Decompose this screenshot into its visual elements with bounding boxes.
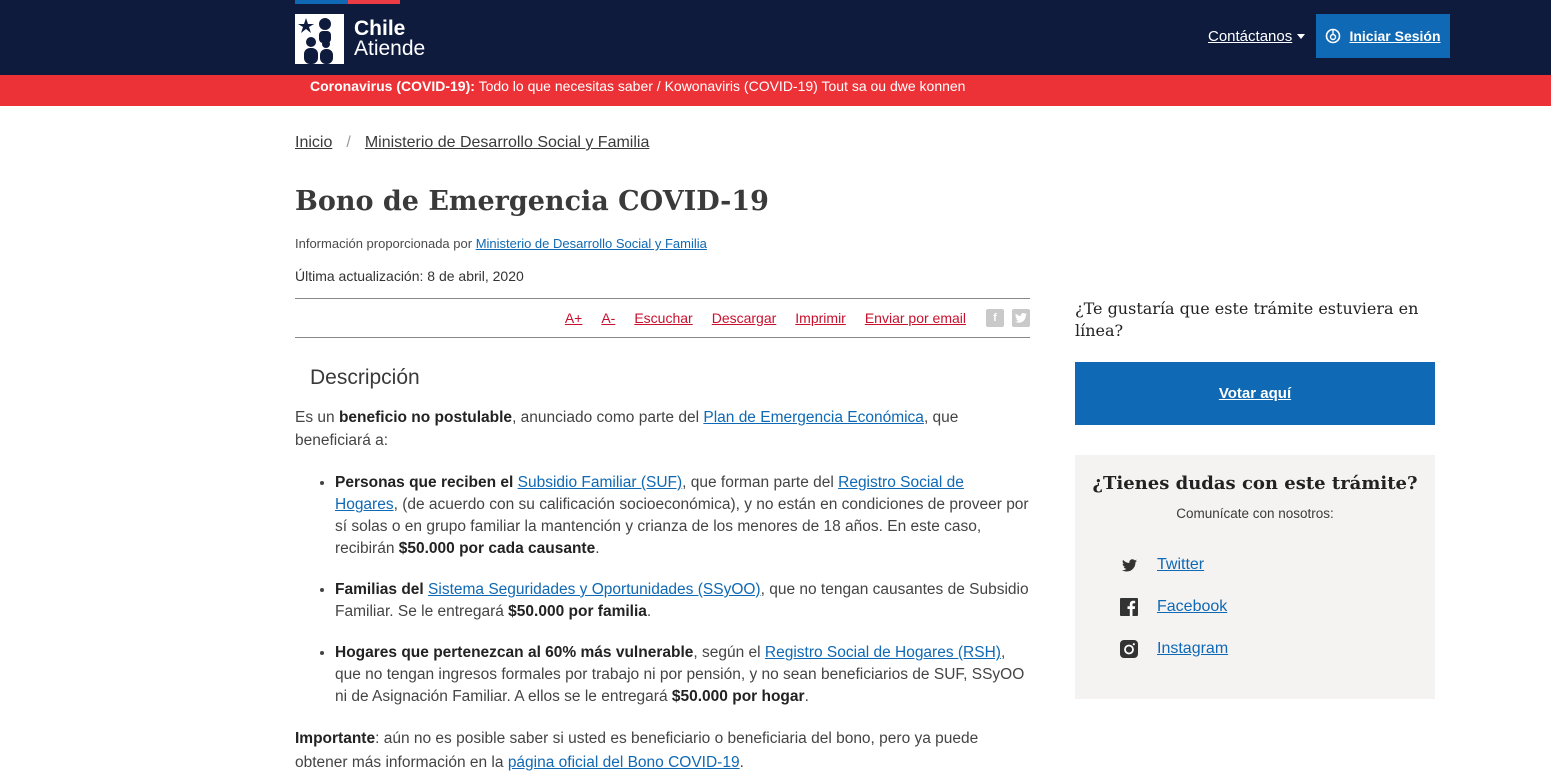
- intro-text-1: Es un: [295, 409, 339, 426]
- font-increase-link[interactable]: A+: [565, 310, 583, 326]
- breadcrumb: Inicio / Ministerio de Desarrollo Social…: [295, 134, 649, 152]
- plan-emergencia-link[interactable]: Plan de Emergencia Económica: [703, 409, 924, 426]
- list-item: Familias del Sistema Seguridades y Oport…: [335, 579, 1030, 623]
- contact-box: ¿Tienes dudas con este trámite? Comuníca…: [1075, 455, 1435, 699]
- main-content: Es un beneficio no postulable, anunciado…: [295, 406, 1030, 775]
- vote-question: ¿Te gustaría que este trámite estuviera …: [1075, 299, 1419, 340]
- logo-line2: Atiende: [354, 37, 426, 60]
- site-header: Chile Atiende Contáctanos Iniciar Sesión: [0, 0, 1551, 75]
- intro-text-2: , anunciado como parte del: [512, 409, 704, 426]
- provider-link[interactable]: Ministerio de Desarrollo Social y Famili…: [476, 236, 707, 251]
- article-toolbar: A+ A- Escuchar Descargar Imprimir Enviar…: [295, 298, 1030, 338]
- item-text: , según el: [693, 644, 765, 661]
- social-twitter[interactable]: Twitter: [1119, 555, 1204, 575]
- item-text: .: [646, 603, 652, 620]
- intro-paragraph: Es un beneficio no postulable, anunciado…: [295, 406, 1030, 452]
- facebook-link[interactable]: Facebook: [1157, 598, 1227, 616]
- important-paragraph: Importante: aún no es posible saber si u…: [295, 727, 1030, 775]
- logo-text: Chile Atiende: [354, 17, 426, 60]
- contact-dropdown[interactable]: Contáctanos: [1208, 28, 1306, 45]
- item-bold: Personas que reciben el: [335, 474, 518, 491]
- instagram-link[interactable]: Instagram: [1157, 640, 1228, 658]
- login-button[interactable]: Iniciar Sesión: [1316, 14, 1450, 58]
- email-link[interactable]: Enviar por email: [865, 310, 966, 326]
- covid-banner-bold: Coronavirus (COVID-19):: [310, 78, 475, 94]
- facebook-icon: [1119, 597, 1139, 617]
- beneficiaries-list: Personas que reciben el Subsidio Familia…: [335, 472, 1030, 708]
- covid-banner[interactable]: Coronavirus (COVID-19): Todo lo que nece…: [0, 75, 1551, 106]
- important-label: Importante: [295, 730, 376, 747]
- item-amount: $50.000 por familia: [508, 603, 647, 620]
- item-text: .: [804, 688, 809, 705]
- facebook-icon[interactable]: f: [986, 309, 1004, 327]
- flag-stripe: [295, 0, 400, 4]
- covid-banner-text: Todo lo que necesitas saber / Kowonaviri…: [478, 78, 966, 94]
- section-title: Descripción: [310, 366, 420, 389]
- provider-prefix: Información proporcionada por: [295, 236, 473, 251]
- official-page-link[interactable]: página oficial del Bono COVID-19: [508, 754, 740, 771]
- item-text: .: [595, 540, 600, 557]
- list-item: Personas que reciben el Subsidio Familia…: [335, 472, 1030, 560]
- rsh-full-link[interactable]: Registro Social de Hogares (RSH): [765, 644, 1001, 661]
- intro-bold: beneficio no postulable: [338, 409, 513, 426]
- logo-mark-icon: [295, 14, 344, 64]
- social-instagram[interactable]: Instagram: [1119, 639, 1228, 659]
- twitter-icon: [1119, 555, 1139, 575]
- login-label: Iniciar Sesión: [1349, 28, 1441, 44]
- suf-link[interactable]: Subsidio Familiar (SUF): [518, 474, 683, 491]
- login-icon: [1326, 28, 1341, 44]
- contact-box-subtitle: Comunícate con nosotros:: [1176, 506, 1334, 521]
- twitter-icon[interactable]: [1012, 309, 1030, 327]
- page-title: Bono de Emergencia COVID-19: [295, 186, 769, 217]
- twitter-link[interactable]: Twitter: [1157, 556, 1204, 574]
- breadcrumb-separator: /: [346, 134, 351, 151]
- important-text-end: .: [739, 754, 744, 771]
- print-link[interactable]: Imprimir: [795, 310, 846, 326]
- vote-button[interactable]: Votar aquí: [1075, 362, 1435, 425]
- contact-box-title: ¿Tienes dudas con este trámite?: [1092, 473, 1418, 494]
- provider-info: Información proporcionada por Ministerio…: [295, 236, 707, 251]
- list-item: Hogares que pertenezcan al 60% más vulne…: [335, 642, 1030, 708]
- item-bold: Hogares que pertenezcan al 60% más vulne…: [335, 644, 694, 661]
- last-updated: Última actualización: 8 de abril, 2020: [295, 268, 524, 284]
- chileatiende-logo[interactable]: Chile Atiende: [295, 13, 425, 65]
- item-amount: $50.000 por cada causante: [398, 540, 596, 557]
- ssyoo-link[interactable]: Sistema Seguridades y Oportunidades (SSy…: [428, 581, 761, 598]
- item-amount: $50.000 por hogar: [671, 688, 805, 705]
- item-bold: Familias del: [335, 581, 429, 598]
- logo-line1: Chile: [354, 17, 406, 40]
- breadcrumb-ministry[interactable]: Ministerio de Desarrollo Social y Famili…: [365, 134, 650, 152]
- contact-label: Contáctanos: [1208, 28, 1293, 45]
- caret-down-icon: [1297, 34, 1306, 39]
- listen-link[interactable]: Escuchar: [634, 310, 692, 326]
- breadcrumb-home[interactable]: Inicio: [295, 134, 332, 152]
- instagram-icon: [1119, 639, 1139, 659]
- social-facebook[interactable]: Facebook: [1119, 597, 1227, 617]
- download-link[interactable]: Descargar: [712, 310, 777, 326]
- font-decrease-link[interactable]: A-: [601, 310, 615, 326]
- item-text: , que forman parte del: [682, 474, 839, 491]
